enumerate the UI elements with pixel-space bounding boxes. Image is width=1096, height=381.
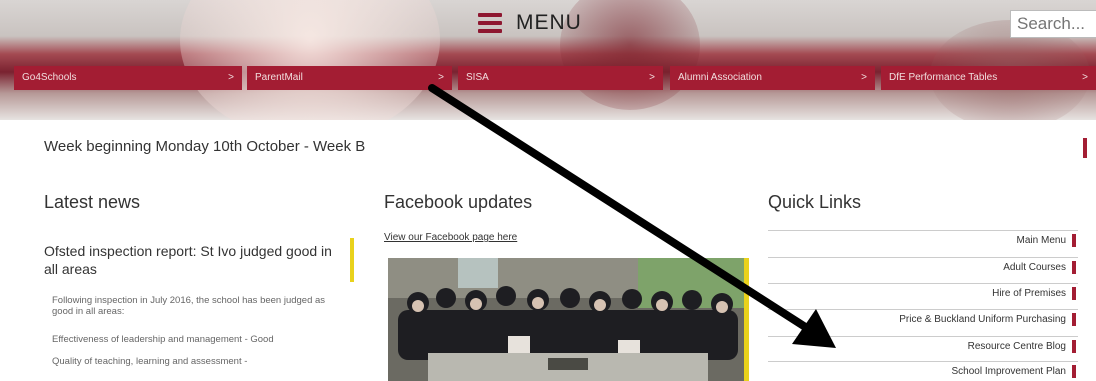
annotation-arrow — [428, 84, 836, 348]
